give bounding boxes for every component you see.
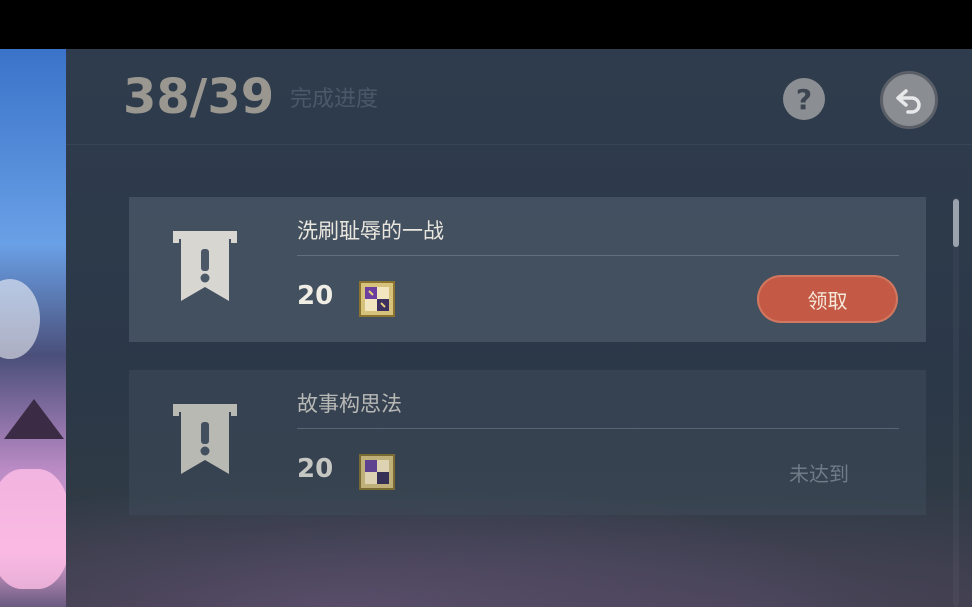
cherry-blossom-decoration (0, 469, 70, 589)
progress-counter: 38/39 (123, 69, 275, 125)
achievement-title: 故事构思法 (297, 392, 402, 416)
progress-label: 完成进度 (290, 87, 379, 112)
claim-button[interactable]: 领取 (757, 275, 898, 323)
top-black-bar (0, 0, 972, 49)
achievement-card: 洗刷耻辱的一战 20 领取 (129, 197, 926, 342)
achievement-banner-icon (173, 404, 237, 474)
not-reached-status: 未达到 (789, 462, 849, 486)
cloud-decoration (0, 279, 40, 359)
back-button[interactable] (880, 71, 938, 129)
card-divider (297, 255, 899, 256)
primogem-reward-icon (359, 281, 395, 317)
primogem-reward-icon (359, 454, 395, 490)
achievement-panel: 38/39 完成进度 ? 洗刷耻辱的一战 20 领取 故事构思法 20 未达到 (66, 49, 972, 607)
back-arrow-icon (896, 89, 921, 114)
background-artwork (0, 49, 70, 607)
reward-amount: 20 (297, 454, 334, 484)
achievement-card: 故事构思法 20 未达到 (129, 370, 926, 515)
card-divider (297, 428, 899, 429)
scrollbar-thumb[interactable] (953, 199, 959, 247)
header-divider (66, 144, 972, 145)
reward-amount: 20 (297, 281, 334, 311)
question-icon: ? (795, 82, 813, 116)
scrollbar-track[interactable] (953, 197, 959, 607)
achievement-title: 洗刷耻辱的一战 (297, 219, 444, 243)
achievement-banner-icon (173, 231, 237, 301)
pagoda-roof-decoration (4, 399, 64, 439)
help-button[interactable]: ? (783, 78, 825, 120)
